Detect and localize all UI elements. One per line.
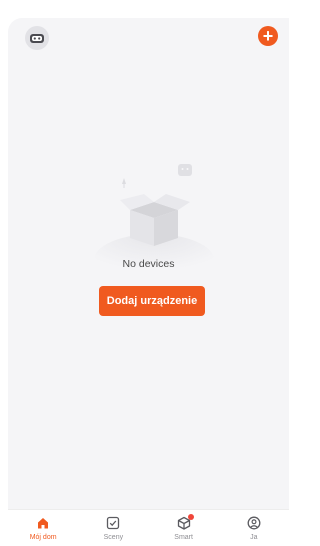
- tab-smart[interactable]: Smart: [149, 510, 219, 546]
- tab-scenes[interactable]: Sceny: [78, 510, 148, 546]
- bottom-tab-bar: Mój dom Sceny Smart Ja: [8, 509, 289, 546]
- checkbox-icon: [107, 516, 120, 530]
- empty-state-message: No devices: [122, 258, 175, 270]
- robot-avatar-icon: [30, 34, 44, 43]
- home-icon: [38, 518, 49, 529]
- tab-smart-label: Smart: [174, 534, 193, 541]
- empty-box-icon: [94, 164, 214, 268]
- profile-icon: [247, 516, 261, 530]
- app-screen: + No devices Dodaj urządzenie Mój dom Sc…: [8, 18, 289, 546]
- tab-me[interactable]: Ja: [219, 510, 289, 546]
- add-device-primary-button[interactable]: Dodaj urządzenie: [99, 286, 205, 316]
- avatar[interactable]: [25, 26, 49, 50]
- notification-badge: [187, 514, 194, 520]
- tab-home[interactable]: Mój dom: [8, 510, 78, 546]
- tab-scenes-label: Sceny: [103, 534, 124, 541]
- plus-icon: +: [262, 26, 274, 46]
- tab-me-label: Ja: [250, 534, 258, 541]
- tab-home-label: Mój dom: [29, 534, 57, 541]
- add-device-button[interactable]: +: [258, 26, 278, 46]
